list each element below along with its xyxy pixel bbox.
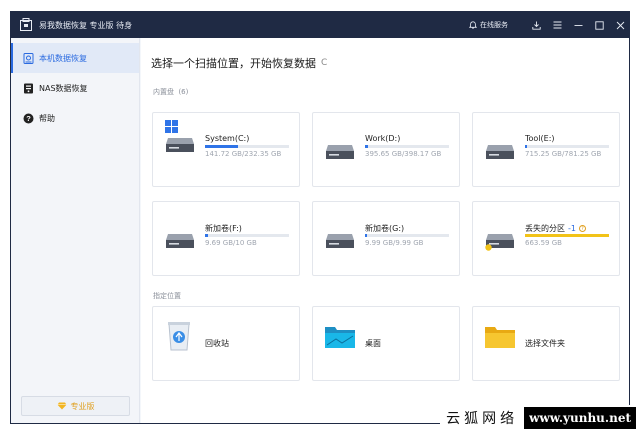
drive-name: 新加卷(F:) (205, 224, 242, 233)
drive-size: 141.72 GB/232.35 GB (205, 150, 282, 158)
drive-name: 丢失的分区 -1? (525, 223, 586, 234)
page-title-text: 选择一个扫描位置，开始恢复数据 (151, 57, 316, 70)
location-name: 选择文件夹 (525, 339, 565, 348)
maximize-icon (595, 20, 604, 30)
lost-partition-index: -1 (568, 224, 576, 233)
drive-size: 9.69 GB/10 GB (205, 239, 257, 247)
sidebar-item-local-recovery[interactable]: 本机数据恢复 (11, 43, 139, 73)
bell-icon (469, 21, 477, 29)
close-button[interactable] (610, 12, 629, 38)
drive-name: System(C:) (205, 134, 250, 143)
sidebar-item-label: NAS数据恢复 (39, 83, 88, 93)
specific-location-label: 指定位置 (153, 292, 181, 300)
menu-icon (553, 21, 562, 29)
maximize-button[interactable] (589, 12, 610, 38)
drive-size: 663.59 GB (525, 239, 562, 247)
computer-recovery-icon (22, 52, 34, 64)
pro-version-button[interactable]: 专业版 (21, 396, 130, 416)
watermark-url: www.yunhu.net (524, 407, 636, 429)
recycle-bin-icon (168, 322, 190, 351)
download-button[interactable] (526, 12, 547, 38)
drive-size: 715.25 GB/781.25 GB (525, 150, 602, 158)
drive-icon (166, 234, 194, 248)
location-card-select-folder[interactable]: 选择文件夹 (472, 306, 620, 381)
drive-card-d[interactable]: Work(D:) 395.65 GB/398.17 GB (312, 112, 460, 187)
diamond-icon (57, 402, 66, 410)
main-panel: 选择一个扫描位置，开始恢复数据 C 内置盘 (6) System(C:) 141… (141, 38, 629, 423)
page-title: 选择一个扫描位置，开始恢复数据 C (151, 55, 327, 71)
close-icon (616, 21, 625, 29)
sidebar-item-nas-recovery[interactable]: NAS数据恢复 (11, 73, 139, 103)
online-service-label: 在线服务 (480, 21, 508, 29)
windows-drive-icon (165, 120, 194, 152)
title-bar: 易我数据恢复 专业版 待身 在线服务 (11, 12, 629, 38)
drive-size: 9.99 GB/9.99 GB (365, 239, 424, 247)
internal-drives-label: 内置盘 (6) (153, 88, 189, 96)
usage-bar (365, 145, 449, 148)
app-logo-icon (20, 18, 32, 31)
sidebar-item-label: 帮助 (39, 113, 55, 123)
help-icon: ? (22, 112, 34, 124)
pro-version-label: 专业版 (70, 401, 95, 411)
nas-icon (22, 82, 34, 94)
watermark: 云狐网络 www.yunhu.net (440, 405, 636, 431)
location-card-desktop[interactable]: 桌面 (312, 306, 460, 381)
drive-name: Work(D:) (365, 134, 401, 143)
usage-bar (525, 234, 609, 237)
desktop-icon (325, 327, 355, 348)
usage-bar (525, 145, 609, 148)
location-name: 回收站 (205, 339, 229, 348)
usage-bar (205, 145, 289, 148)
internal-drives-count: (6) (178, 88, 189, 96)
drive-card-f[interactable]: 新加卷(F:) 9.69 GB/10 GB (152, 201, 300, 276)
minimize-button[interactable] (568, 12, 589, 38)
online-service-button[interactable]: 在线服务 (469, 20, 508, 30)
app-window: 易我数据恢复 专业版 待身 在线服务 本机数据恢复 NAS数据恢复 ? 帮助 专… (10, 11, 630, 424)
drive-name: Tool(E:) (525, 134, 555, 143)
drive-card-e[interactable]: Tool(E:) 715.25 GB/781.25 GB (472, 112, 620, 187)
usage-bar (205, 234, 289, 237)
refresh-icon[interactable]: C (321, 58, 327, 68)
lost-drive-icon (485, 234, 514, 251)
drive-icon (326, 145, 354, 159)
minimize-icon (574, 24, 583, 26)
drive-name: 新加卷(G:) (365, 224, 405, 233)
folder-icon (485, 327, 515, 348)
sidebar-item-label: 本机数据恢复 (39, 53, 87, 63)
drive-card-g[interactable]: 新加卷(G:) 9.99 GB/9.99 GB (312, 201, 460, 276)
drive-card-c[interactable]: System(C:) 141.72 GB/232.35 GB (152, 112, 300, 187)
drive-icon (326, 234, 354, 248)
download-icon (532, 21, 541, 30)
usage-bar (365, 234, 449, 237)
window-title: 易我数据恢复 专业版 待身 (39, 21, 133, 30)
watermark-text: 云狐网络 (440, 408, 525, 428)
menu-button[interactable] (547, 12, 568, 38)
sidebar: 本机数据恢复 NAS数据恢复 ? 帮助 专业版 (11, 38, 140, 423)
drive-size: 395.65 GB/398.17 GB (365, 150, 442, 158)
location-name: 桌面 (365, 339, 381, 348)
location-card-recycle-bin[interactable]: 回收站 (152, 306, 300, 381)
drive-icon (486, 145, 514, 159)
drive-card-lost-partition[interactable]: 丢失的分区 -1? 663.59 GB (472, 201, 620, 276)
info-icon[interactable]: ? (578, 225, 586, 232)
sidebar-item-help[interactable]: ? 帮助 (11, 103, 139, 133)
svg-text:?: ? (26, 114, 31, 123)
